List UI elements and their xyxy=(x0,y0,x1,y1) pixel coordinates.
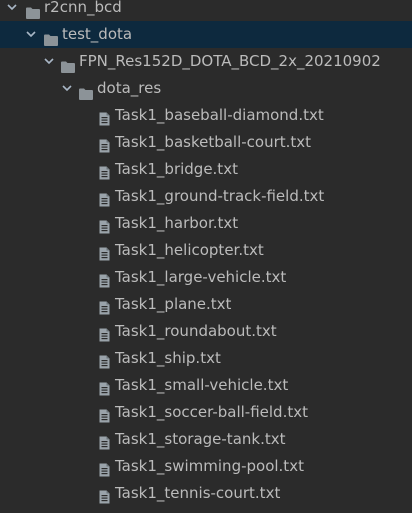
tree-folder-label: dota_res xyxy=(97,79,162,97)
tree-file-label: Task1_bridge.txt xyxy=(115,160,238,178)
tree-file-label: Task1_baseball-diamond.txt xyxy=(115,106,324,124)
text-file-icon xyxy=(99,108,110,126)
tree-file-label: Task1_roundabout.txt xyxy=(115,322,277,340)
chevron-down-icon[interactable] xyxy=(43,48,55,75)
text-file-icon xyxy=(99,297,110,315)
tree-file-item[interactable]: Task1_baseball-diamond.txt xyxy=(0,102,412,129)
tree-file-label: Task1_ground-track-field.txt xyxy=(115,187,325,205)
text-file-icon xyxy=(99,270,110,288)
tree-file-item[interactable]: Task1_storage-tank.txt xyxy=(0,426,412,453)
tree-folder-r2cnn-bcd[interactable]: r2cnn_bcd xyxy=(0,0,412,21)
folder-icon xyxy=(61,55,75,73)
chevron-down-icon[interactable] xyxy=(25,21,37,48)
text-file-icon xyxy=(99,405,110,423)
folder-icon xyxy=(44,28,58,46)
text-file-icon xyxy=(99,378,110,396)
tree-file-item[interactable]: Task1_ground-track-field.txt xyxy=(0,183,412,210)
tree-file-label: Task1_small-vehicle.txt xyxy=(115,376,289,394)
tree-file-item[interactable]: Task1_roundabout.txt xyxy=(0,318,412,345)
tree-file-item[interactable]: Task1_large-vehicle.txt xyxy=(0,264,412,291)
project-tree: r2cnn_bcd test_dota FPN_Res152D_DOTA_BCD… xyxy=(0,0,412,504)
tree-file-item[interactable]: Task1_basketball-court.txt xyxy=(0,129,412,156)
text-file-icon xyxy=(99,189,110,207)
tree-folder-label: FPN_Res152D_DOTA_BCD_2x_20210902 xyxy=(79,52,381,70)
tree-file-item[interactable]: Task1_small-vehicle.txt xyxy=(0,372,412,399)
folder-icon xyxy=(26,1,40,19)
tree-folder-dota-res[interactable]: dota_res xyxy=(0,75,412,102)
tree-folder-label: r2cnn_bcd xyxy=(44,0,122,16)
text-file-icon xyxy=(99,135,110,153)
tree-file-label: Task1_swimming-pool.txt xyxy=(115,457,304,475)
tree-file-label: Task1_plane.txt xyxy=(115,295,232,313)
text-file-icon xyxy=(99,351,110,369)
tree-folder-label: test_dota xyxy=(62,25,133,43)
tree-file-label: Task1_soccer-ball-field.txt xyxy=(115,403,308,421)
text-file-icon xyxy=(99,324,110,342)
text-file-icon xyxy=(99,216,110,234)
tree-folder-test-dota[interactable]: test_dota xyxy=(0,21,412,48)
tree-file-item[interactable]: Task1_bridge.txt xyxy=(0,156,412,183)
tree-file-item[interactable]: Task1_helicopter.txt xyxy=(0,237,412,264)
tree-file-label: Task1_basketball-court.txt xyxy=(115,133,312,151)
tree-file-item[interactable]: Task1_soccer-ball-field.txt xyxy=(0,399,412,426)
tree-file-label: Task1_harbor.txt xyxy=(115,214,239,232)
text-file-icon xyxy=(99,459,110,477)
text-file-icon xyxy=(99,243,110,261)
tree-file-label: Task1_helicopter.txt xyxy=(115,241,264,259)
text-file-icon xyxy=(99,486,110,504)
tree-file-label: Task1_large-vehicle.txt xyxy=(115,268,287,286)
chevron-down-icon[interactable] xyxy=(6,0,18,21)
folder-icon xyxy=(79,82,93,100)
chevron-down-icon[interactable] xyxy=(61,75,73,102)
tree-file-label: Task1_storage-tank.txt xyxy=(115,430,286,448)
text-file-icon xyxy=(99,162,110,180)
tree-file-item[interactable]: Task1_ship.txt xyxy=(0,345,412,372)
tree-file-label: Task1_ship.txt xyxy=(115,349,221,367)
tree-folder-fpn-res152d[interactable]: FPN_Res152D_DOTA_BCD_2x_20210902 xyxy=(0,48,412,75)
tree-file-item[interactable]: Task1_harbor.txt xyxy=(0,210,412,237)
tree-file-item[interactable]: Task1_swimming-pool.txt xyxy=(0,453,412,480)
tree-file-item[interactable]: Task1_plane.txt xyxy=(0,291,412,318)
text-file-icon xyxy=(99,432,110,450)
